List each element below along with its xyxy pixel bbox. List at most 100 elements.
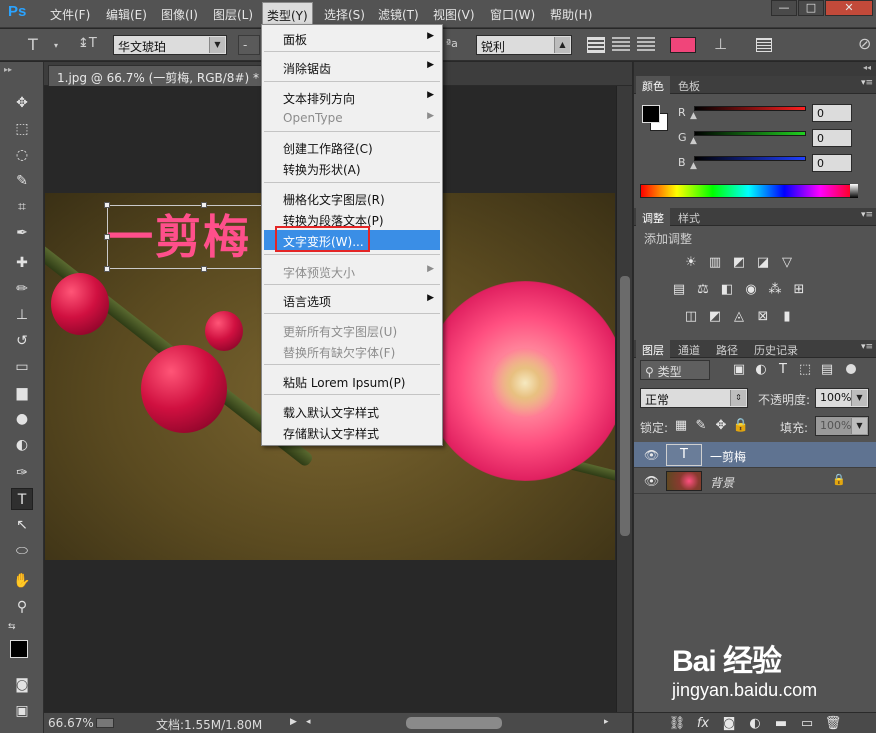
menu-item-replace-missing-fonts[interactable]: 替换所有缺欠字体(F) xyxy=(264,341,440,361)
filter-type-icon[interactable]: T xyxy=(774,362,792,378)
link-layers-icon[interactable]: ⛓ xyxy=(668,716,686,732)
transform-handle[interactable] xyxy=(201,202,207,208)
history-brush-tool-icon[interactable]: ↺ xyxy=(11,330,33,352)
transform-handle[interactable] xyxy=(201,266,207,272)
preset-dropdown-icon[interactable]: ▾ xyxy=(54,41,58,50)
channel-mixer-icon[interactable]: ⁂ xyxy=(766,282,784,298)
menu-file[interactable]: 文件(F) xyxy=(50,6,90,23)
tab-swatches[interactable]: 色板 xyxy=(672,76,706,94)
tab-adjustments[interactable]: 调整 xyxy=(636,208,670,226)
marquee-tool-icon[interactable]: ⬚ xyxy=(11,118,33,140)
filter-smart-icon[interactable]: ▤ xyxy=(818,362,836,378)
align-left-icon[interactable] xyxy=(587,37,605,53)
menu-help[interactable]: 帮助(H) xyxy=(550,6,592,23)
tab-color[interactable]: 颜色 xyxy=(636,76,670,94)
color-lookup-icon[interactable]: ⊞ xyxy=(790,282,808,298)
layer-style-icon[interactable]: fx xyxy=(694,716,712,732)
scroll-left-icon[interactable]: ◂ xyxy=(306,717,311,727)
eye-icon[interactable]: 👁 xyxy=(644,474,659,488)
red-slider[interactable] xyxy=(694,106,806,111)
levels-icon[interactable]: ▥ xyxy=(706,255,724,271)
slider-thumb-icon[interactable]: ▲ xyxy=(690,136,697,146)
type-tool-icon[interactable]: T xyxy=(11,488,33,510)
new-group-icon[interactable]: ▬ xyxy=(772,716,790,732)
vertical-scrollbar[interactable] xyxy=(616,86,632,712)
red-value[interactable]: 0 xyxy=(812,104,852,122)
eye-icon[interactable]: 👁 xyxy=(644,448,659,462)
blend-mode-select[interactable]: 正常 ⇕ xyxy=(640,388,748,408)
menu-item-panels[interactable]: 面板 ▶ xyxy=(264,28,440,48)
menu-item-save-default-styles[interactable]: 存储默认文字样式 xyxy=(264,422,440,442)
transform-handle[interactable] xyxy=(104,234,110,240)
menu-item-text-orientation[interactable]: 文本排列方向 ▶ xyxy=(264,87,440,107)
close-button[interactable]: ✕ xyxy=(825,0,873,16)
layer-row-background[interactable]: 👁 背景 🔒 xyxy=(634,468,876,494)
green-value[interactable]: 0 xyxy=(812,129,852,147)
filter-pixel-icon[interactable]: ▣ xyxy=(730,362,748,378)
move-tool-icon[interactable]: ✥ xyxy=(11,92,33,114)
menu-view[interactable]: 视图(V) xyxy=(433,6,475,23)
zoom-level[interactable]: 66.67% xyxy=(48,716,94,730)
maximize-button[interactable]: □ xyxy=(798,0,824,16)
new-adjustment-icon[interactable]: ◐ xyxy=(746,716,764,732)
menu-item-language-options[interactable]: 语言选项 ▶ xyxy=(264,290,440,310)
green-slider[interactable] xyxy=(694,131,806,136)
collapse-icon[interactable]: ▸▸ xyxy=(4,65,12,74)
foreground-color-swatch[interactable] xyxy=(10,640,28,658)
layer-filter-select[interactable]: ⚲ 类型 xyxy=(640,360,710,380)
quick-select-tool-icon[interactable]: ✎ xyxy=(11,170,33,192)
lasso-tool-icon[interactable]: ◌ xyxy=(11,144,33,166)
black-white-icon[interactable]: ◧ xyxy=(718,282,736,298)
lock-image-icon[interactable]: ✎ xyxy=(692,418,710,434)
vertical-scroll-thumb[interactable] xyxy=(620,276,630,536)
text-tool-preset-icon[interactable]: T xyxy=(28,35,38,54)
blur-tool-icon[interactable]: ● xyxy=(11,408,33,430)
layer-row-text[interactable]: 👁 T 一剪梅 xyxy=(634,442,876,468)
transform-handle[interactable] xyxy=(104,266,110,272)
menu-item-convert-to-shape[interactable]: 转换为形状(A) xyxy=(264,158,440,178)
panel-menu-icon[interactable]: ▾≡ xyxy=(861,78,873,88)
screen-mode-icon[interactable]: ▣ xyxy=(11,700,33,722)
panel-menu-icon[interactable]: ▾≡ xyxy=(861,210,873,220)
crop-tool-icon[interactable]: ⌗ xyxy=(11,196,33,218)
minimize-button[interactable]: — xyxy=(771,0,797,16)
filter-adjustment-icon[interactable]: ◐ xyxy=(752,362,770,378)
selective-color-icon[interactable]: ⊠ xyxy=(754,309,772,325)
photo-filter-icon[interactable]: ◉ xyxy=(742,282,760,298)
pen-tool-icon[interactable]: ✑ xyxy=(11,462,33,484)
text-orientation-icon[interactable]: ↨T xyxy=(78,36,97,51)
zoom-tool-icon[interactable]: ⚲ xyxy=(11,596,33,618)
brush-tool-icon[interactable]: ✏ xyxy=(11,278,33,300)
menu-item-rasterize[interactable]: 栅格化文字图层(R) xyxy=(264,188,440,208)
menu-item-update-all-text[interactable]: 更新所有文字图层(U) xyxy=(264,320,440,340)
fill-input[interactable]: 100% ▼ xyxy=(815,416,869,436)
text-color-swatch[interactable] xyxy=(670,37,696,53)
scroll-right-icon[interactable]: ▸ xyxy=(604,717,609,727)
menu-item-paste-lorem-ipsum[interactable]: 粘贴 Lorem Ipsum(P) xyxy=(264,371,440,391)
brightness-icon[interactable]: ☀ xyxy=(682,255,700,271)
cancel-icon[interactable]: ⊘ xyxy=(858,34,871,53)
new-layer-icon[interactable]: ▭ xyxy=(798,716,816,732)
threshold-icon[interactable]: ◬ xyxy=(730,309,748,325)
gradient-map-icon[interactable]: ▮ xyxy=(778,309,796,325)
align-center-icon[interactable] xyxy=(612,37,630,53)
menu-edit[interactable]: 编辑(E) xyxy=(106,6,147,23)
menu-select[interactable]: 选择(S) xyxy=(324,6,365,23)
anti-alias-select[interactable]: 锐利 ▲ xyxy=(476,35,572,55)
menu-item-create-work-path[interactable]: 创建工作路径(C) xyxy=(264,137,440,157)
tab-channels[interactable]: 通道 xyxy=(672,340,706,358)
swap-colors-icon[interactable]: ⇆ xyxy=(8,622,16,632)
curves-icon[interactable]: ◩ xyxy=(730,255,748,271)
menu-item-load-default-styles[interactable]: 载入默认文字样式 xyxy=(264,401,440,421)
menu-item-font-preview-size[interactable]: 字体预览大小 ▶ xyxy=(264,261,440,281)
character-panel-icon[interactable] xyxy=(756,38,772,52)
lock-all-icon[interactable]: 🔒 xyxy=(732,418,750,434)
hand-tool-icon[interactable]: ✋ xyxy=(11,570,33,592)
panel-menu-icon[interactable]: ▾≡ xyxy=(861,342,873,352)
menu-item-opentype[interactable]: OpenType ▶ xyxy=(264,108,440,128)
layer-name[interactable]: 背景 xyxy=(710,474,734,491)
menu-image[interactable]: 图像(I) xyxy=(161,6,198,23)
blue-value[interactable]: 0 xyxy=(812,154,852,172)
add-mask-icon[interactable]: ◙ xyxy=(720,716,738,732)
vibrance-icon[interactable]: ▽ xyxy=(778,255,796,271)
